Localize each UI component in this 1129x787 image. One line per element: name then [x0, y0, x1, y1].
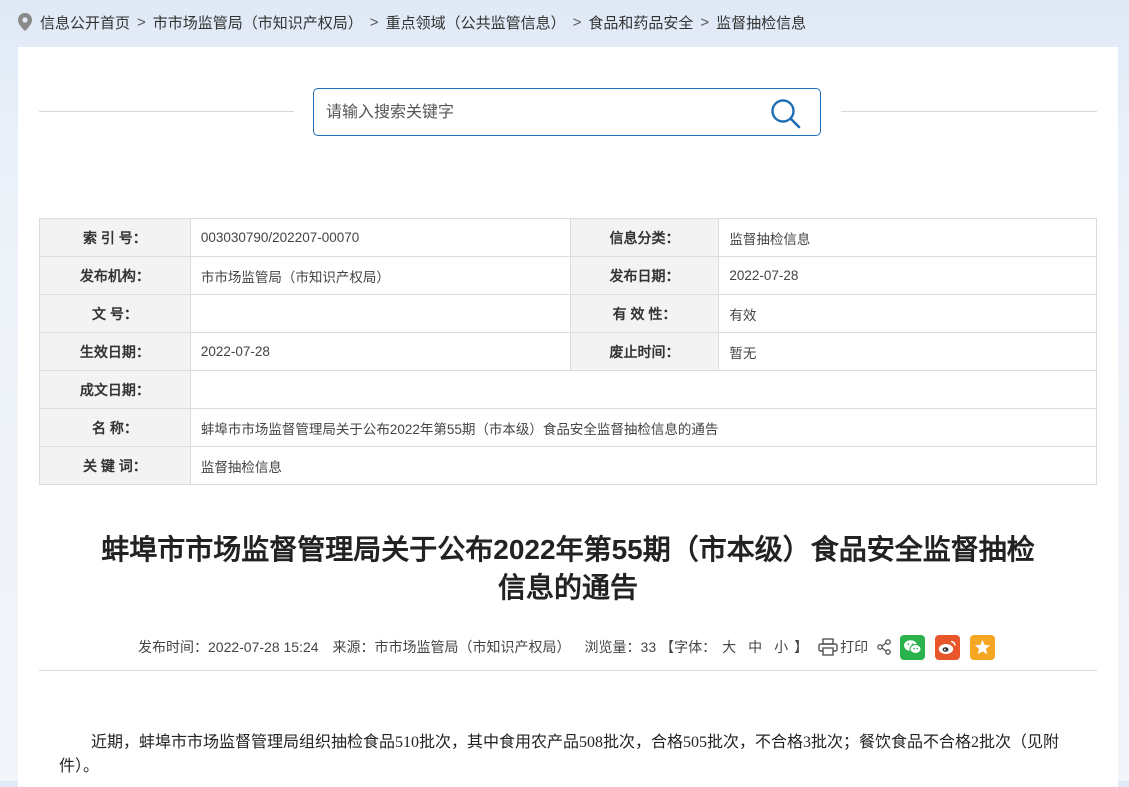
- search-icon[interactable]: [770, 98, 802, 130]
- print-label: 打印: [840, 639, 869, 655]
- search-box: [313, 88, 821, 136]
- category-value: 监督抽检信息: [718, 218, 1097, 257]
- views-label: 浏览量：: [584, 639, 641, 655]
- weibo-icon[interactable]: [935, 634, 961, 660]
- category-label: 信息分类：: [569, 218, 720, 257]
- star-icon[interactable]: [970, 634, 996, 660]
- created-date-value: [189, 370, 1098, 409]
- validity-value: 有效: [718, 294, 1097, 333]
- table-row: 文 号： 有 效 性： 有效: [39, 294, 1097, 333]
- article-divider: [39, 670, 1097, 671]
- article-title-line: 信息的通告: [497, 572, 638, 603]
- metadata-table: 索 引 号： 003030790/202207-00070 信息分类： 监督抽检…: [39, 218, 1098, 485]
- views-value: 33: [640, 639, 657, 655]
- article-body-paragraph: 近期，蚌埠市市场监督管理局组织抽检食品510批次，其中食用农产品508批次，合格…: [59, 734, 1060, 775]
- table-row: 发布机构： 市市场监管局（市知识产权局） 发布日期： 2022-07-28: [39, 256, 1097, 295]
- index-label: 索 引 号：: [39, 218, 191, 257]
- breadcrumb-inspection[interactable]: 监督抽检信息: [716, 12, 806, 33]
- font-size-close: 】: [794, 639, 809, 655]
- breadcrumb-separator: >: [700, 13, 710, 31]
- breadcrumb-key-areas[interactable]: 重点领域（公共监管信息）: [386, 12, 566, 33]
- publish-time-label: 发布时间：: [138, 639, 208, 655]
- effective-date-label: 生效日期：: [39, 332, 191, 371]
- keywords-label: 关 键 词：: [39, 446, 191, 485]
- printer-icon: [818, 638, 838, 656]
- publisher-value: 市市场监管局（市知识产权局）: [189, 256, 571, 295]
- breadcrumb-bureau[interactable]: 市市场监管局（市知识产权局）: [153, 12, 363, 33]
- article-meta-bar: 发布时间： 2022-07-28 15:24 来源： 市市场监管局（市知识产权局…: [138, 633, 1005, 661]
- wechat-icon[interactable]: [900, 634, 926, 660]
- table-row: 生效日期： 2022-07-28 废止时间： 暂无: [39, 332, 1097, 371]
- source-value: 市市场监管局（市知识产权局）: [374, 639, 571, 655]
- article-title: 蚌埠市市场监督管理局关于公布2022年第55期（市本级）食品安全监督抽检 信息的…: [48, 531, 1088, 607]
- expire-time-value: 暂无: [718, 332, 1097, 371]
- doc-number-label: 文 号：: [39, 294, 191, 333]
- location-pin-icon: [18, 13, 32, 31]
- breadcrumb-separator: >: [137, 13, 146, 31]
- publish-date-value: 2022-07-28: [718, 256, 1097, 295]
- breadcrumb-home[interactable]: 信息公开首页: [40, 12, 130, 33]
- share-icon: [877, 639, 891, 655]
- font-large-button[interactable]: 大: [722, 637, 736, 657]
- effective-date-value: 2022-07-28: [189, 332, 571, 371]
- font-small-button[interactable]: 小: [774, 637, 788, 657]
- font-medium-button[interactable]: 中: [748, 637, 762, 657]
- table-row: 关 键 词： 监督抽检信息: [39, 446, 1098, 485]
- search-input[interactable]: [324, 99, 748, 127]
- font-size-label: 【字体：: [660, 639, 717, 655]
- search-divider-left: [39, 111, 294, 112]
- table-row: 名 称： 蚌埠市市场监督管理局关于公布2022年第55期（市本级）食品安全监督抽…: [39, 408, 1098, 447]
- name-label: 名 称：: [39, 408, 191, 447]
- print-button[interactable]: 打印: [818, 637, 868, 657]
- breadcrumb-food-drug[interactable]: 食品和药品安全: [588, 12, 693, 33]
- search-divider-right: [841, 111, 1097, 112]
- share-button[interactable]: [876, 639, 892, 655]
- content-panel: 索 引 号： 003030790/202207-00070 信息分类： 监督抽检…: [18, 47, 1118, 787]
- index-value: 003030790/202207-00070: [189, 218, 571, 257]
- breadcrumb: 信息公开首页 > 市市场监管局（市知识产权局） > 重点领域（公共监管信息） >…: [18, 10, 806, 34]
- publish-time-value: 2022-07-28 15:24: [208, 639, 319, 655]
- breadcrumb-separator: >: [369, 13, 379, 31]
- breadcrumb-separator: >: [572, 13, 582, 31]
- expire-time-label: 废止时间：: [569, 332, 720, 371]
- publisher-label: 发布机构：: [39, 256, 191, 295]
- article-title-line: 蚌埠市市场监督管理局关于公布2022年第55期（市本级）食品安全监督抽检: [101, 534, 1035, 565]
- table-row: 成文日期：: [39, 370, 1098, 409]
- name-value: 蚌埠市市场监督管理局关于公布2022年第55期（市本级）食品安全监督抽检信息的通…: [189, 408, 1098, 447]
- keywords-value: 监督抽检信息: [189, 446, 1098, 485]
- publish-date-label: 发布日期：: [569, 256, 720, 295]
- created-date-label: 成文日期：: [39, 370, 191, 409]
- doc-number-value: [189, 294, 571, 333]
- source-label: 来源：: [332, 639, 375, 655]
- table-row: 索 引 号： 003030790/202207-00070 信息分类： 监督抽检…: [39, 218, 1097, 257]
- validity-label: 有 效 性：: [569, 294, 720, 333]
